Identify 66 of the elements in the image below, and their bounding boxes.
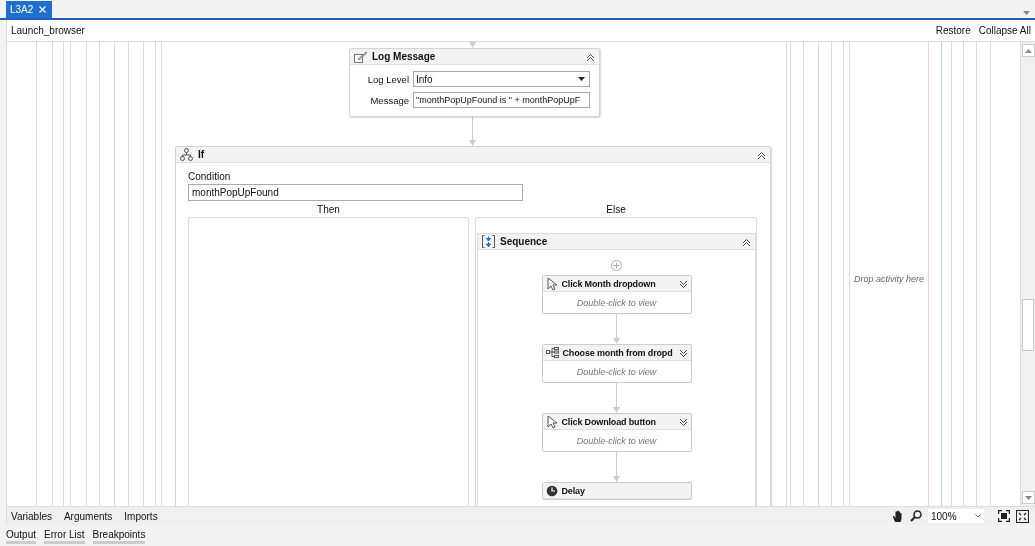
clock-icon [545,484,558,497]
activity-title: Choose month from dropd [562,347,674,358]
designer-tab[interactable]: Arguments [63,510,113,522]
header-link[interactable]: Collapse All [978,25,1031,36]
panel-tab[interactable]: Output [6,527,37,544]
caret-icon [578,77,585,81]
activity-hint: Double-click to view [575,365,658,379]
activity-hint: Double-click to view [575,296,658,310]
note-pencil-icon [354,50,367,63]
dropdown-icon[interactable] [1023,11,1030,15]
breadcrumb-link[interactable]: Launch_browser [11,25,85,36]
hand-icon[interactable] [892,509,904,523]
field-label: Log Level [366,73,409,85]
log-level-dropdown[interactable]: Info [413,71,590,87]
condition-field[interactable]: monthPopUpFound [188,184,523,201]
fit-screen-icon[interactable] [998,510,1010,522]
branch-icon [180,148,193,161]
vertical-scrollbar[interactable] [1020,42,1035,506]
close-icon [39,6,47,13]
designer-tab[interactable]: Variables [11,510,52,522]
if-activity-card[interactable]: If Condition monthPopUpFound Then Else Sequence Click Month dropdown Double-click to view Choose month from dropd Double-click to view Click Download button Double-click to view Delay [175,146,771,506]
activity-title: Click Download button [561,416,657,427]
designer-tab[interactable]: Imports [124,510,158,522]
activity-card[interactable]: Click Month dropdown Double-click to view [541,275,692,314]
branch-label: Then [316,204,341,217]
connector-arrow [612,314,621,344]
activity-title: Click Month dropdown [561,278,657,289]
panel-tab[interactable]: Error List [44,527,85,544]
expand-icon[interactable] [678,416,688,427]
pointer-icon [545,276,558,291]
scrollbar-thumb[interactable] [1022,299,1034,351]
zoom-dropdown[interactable]: 100% [928,509,984,523]
activity-title: Delay [561,485,586,496]
activity-title: Log Message [372,51,437,62]
branch-label: Else [605,204,627,217]
condition-label: Condition [188,171,232,182]
connector-arrow [612,383,621,413]
caret-icon [975,514,981,518]
collapse-icon[interactable] [742,236,751,247]
activity-title: If [198,149,206,160]
drop-hint: Drop activity here [854,274,925,284]
expand-icon[interactable] [678,347,688,358]
collapse-icon[interactable] [757,149,766,160]
sequence-icon [482,235,495,248]
activity-hint: Double-click to view [575,434,658,448]
panel-tab[interactable]: Breakpoints [92,527,146,544]
search-icon[interactable] [910,510,922,522]
message-field[interactable]: "monthPopUpFound is " + monthPopUpF [413,92,590,108]
expand-icon[interactable] [678,278,688,289]
scroll-down-icon[interactable] [1021,491,1035,504]
activity-card[interactable]: Click Download button Double-click to view [541,413,692,452]
activity-card[interactable]: Log Message Log Level Info Message "monthPopUpFound is " + monthPopUpF [349,48,600,117]
field-label: Message [369,94,409,106]
connector-arrow [612,452,621,482]
pointer-icon [545,414,558,429]
header-link[interactable]: Restore [935,25,971,36]
tree-icon [545,347,559,358]
scroll-up-icon[interactable] [1021,44,1035,57]
activity-title: Sequence [500,236,549,247]
overview-icon[interactable] [1016,509,1029,523]
collapse-icon[interactable] [586,51,595,62]
activity-card[interactable]: Choose month from dropd Double-click to view [541,344,692,383]
connector-arrow [468,117,477,146]
document-tab[interactable]: L3A2 [6,1,53,18]
connector-arrow [468,42,477,48]
activity-card[interactable]: Delay [541,482,692,500]
